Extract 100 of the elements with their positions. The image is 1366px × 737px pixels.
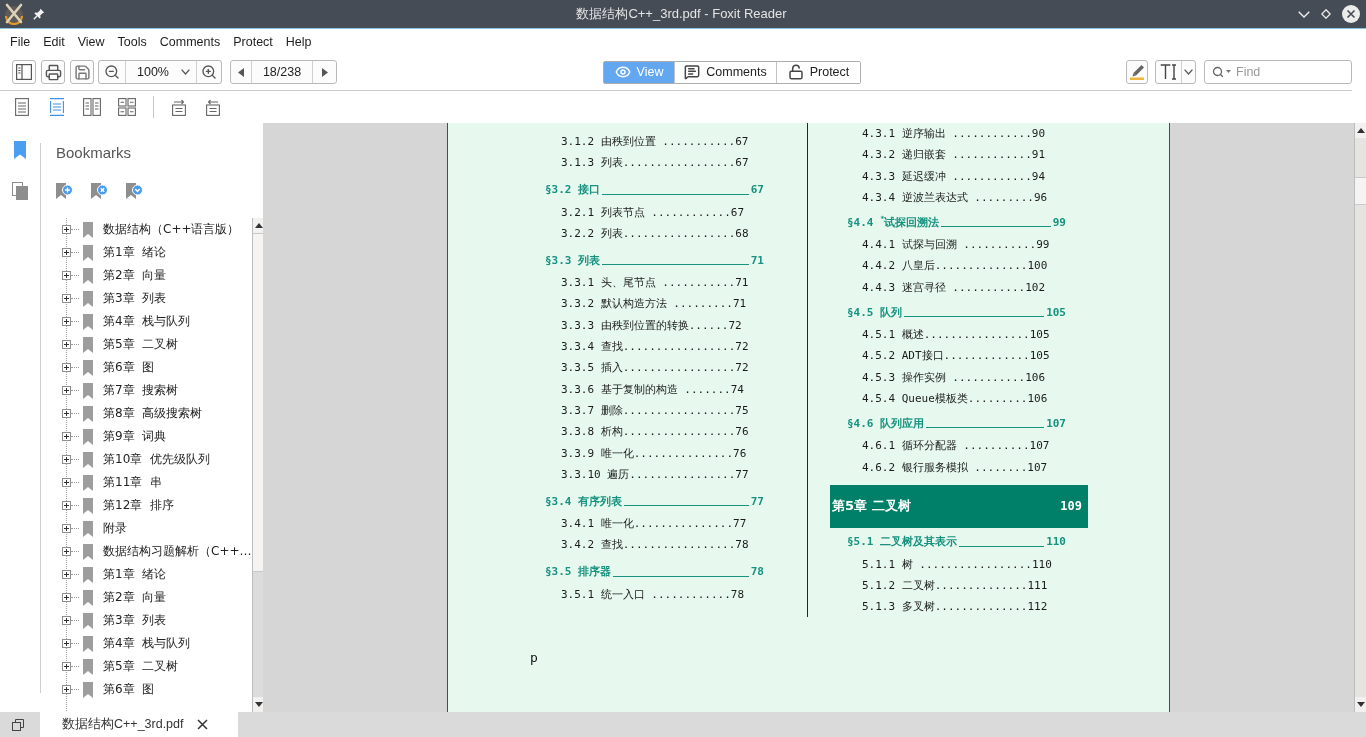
expand-icon[interactable]	[62, 685, 71, 694]
toc-entry: 4.4.1 试探与回溯 ...........99	[862, 237, 1050, 254]
bookmark-item[interactable]: 第2章 向量	[103, 589, 167, 606]
menu-item[interactable]: Protect	[233, 34, 273, 49]
chapter-title: 第5章 二叉树	[832, 497, 911, 516]
menu-item[interactable]: Comments	[159, 34, 221, 49]
expand-icon[interactable]	[62, 547, 71, 556]
section-title: §3.5 排序器	[545, 564, 612, 580]
bookmark-item[interactable]: 第4章 栈与队列	[103, 313, 191, 330]
rotate-counterclockwise-icon[interactable]	[204, 98, 222, 116]
single-page-icon[interactable]	[14, 98, 29, 116]
expand-icon[interactable]	[62, 455, 71, 464]
scrollbar[interactable]	[1354, 123, 1366, 712]
page-number-field[interactable]: 18/238	[251, 61, 313, 83]
bookmark-item[interactable]: 第9章 词典	[103, 428, 167, 445]
toc-entry: 5.1.3 多叉树..............112	[862, 599, 1048, 616]
bookmark-icon	[83, 658, 93, 675]
bookmark-item[interactable]: 第10章 优先级队列	[103, 451, 210, 468]
expand-icon[interactable]	[62, 248, 71, 257]
page-text: p	[530, 650, 538, 666]
page-number: 99	[1052, 215, 1066, 229]
highlighter-button[interactable]	[1126, 60, 1148, 84]
menu-item[interactable]: Edit	[43, 34, 65, 49]
bookmark-item[interactable]: 第3章 列表	[103, 290, 167, 307]
expand-icon[interactable]	[62, 225, 71, 234]
expand-icon[interactable]	[62, 524, 71, 533]
chevron-down-icon[interactable]	[1298, 10, 1310, 18]
expand-icon[interactable]	[62, 363, 71, 372]
toc-entry: 3.3.7 删除.................75	[561, 402, 749, 419]
bookmark-item[interactable]: 第2章 向量	[103, 267, 167, 284]
menu-item[interactable]: File	[10, 34, 31, 49]
menu-item[interactable]: View	[77, 34, 105, 49]
toc-entry: 3.1.3 列表.................67	[561, 155, 749, 172]
expand-icon[interactable]	[62, 432, 71, 441]
windows-icon[interactable]	[12, 718, 24, 731]
bookmark-item[interactable]: 第6章 图	[103, 681, 155, 698]
up-arrow-icon	[1356, 128, 1365, 133]
bookmark-item[interactable]: 第5章 二叉树	[103, 336, 179, 353]
text-select-dropdown[interactable]	[1155, 60, 1196, 84]
pin-icon[interactable]	[33, 8, 45, 20]
zoom-dropdown[interactable]: 100%	[125, 61, 197, 83]
bookmark-item[interactable]: 第6章 图	[103, 359, 155, 376]
bookmark-item[interactable]: 附录	[103, 520, 127, 537]
continuous-page-icon[interactable]	[49, 98, 64, 116]
bookmark-item[interactable]: 第1章 绪论	[103, 244, 167, 261]
bookmark-item[interactable]: 第3章 列表	[103, 612, 167, 629]
bookmark-icon[interactable]	[14, 141, 26, 159]
logo-icon	[3, 3, 25, 25]
menu-item[interactable]: Help	[285, 34, 312, 49]
section-title: §5.1 二叉树及其表示	[847, 534, 958, 550]
expand-icon[interactable]	[62, 294, 71, 303]
expand-icon[interactable]	[62, 317, 71, 326]
toc-entry: 4.3.3 延迟缓冲 ............94	[862, 168, 1046, 185]
close-icon[interactable]	[1342, 5, 1360, 23]
save-button[interactable]	[70, 60, 94, 84]
close-icon[interactable]	[197, 719, 208, 730]
bookmark-item[interactable]: 第11章 串	[103, 474, 162, 491]
bookmark-plus-icon[interactable]	[55, 182, 73, 200]
bookmark-icon	[83, 474, 93, 491]
bookmark-item[interactable]: 第4章 栈与队列	[103, 635, 191, 652]
bookmark-cross-icon[interactable]	[90, 182, 108, 200]
print-button[interactable]	[41, 60, 65, 84]
bookmark-item[interactable]: 第1章 绪论	[103, 566, 167, 583]
pages-icon[interactable]	[12, 182, 28, 200]
toc-entry: 5.1.2 二叉树..............111	[862, 578, 1048, 595]
expand-icon[interactable]	[62, 662, 71, 671]
bookmark-icon	[83, 267, 93, 284]
sidebar-toggle-button[interactable]	[12, 60, 36, 84]
expand-icon[interactable]	[62, 340, 71, 349]
expand-icon[interactable]	[62, 639, 71, 648]
bookmark-item[interactable]: 数据结构（C++语言版）	[103, 221, 240, 238]
expand-icon[interactable]	[62, 593, 71, 602]
bookmark-icon	[83, 313, 93, 330]
find-field[interactable]: Find	[1204, 60, 1352, 84]
expand-icon[interactable]	[62, 478, 71, 487]
bookmark-item[interactable]: 第7章 搜索树	[103, 382, 179, 399]
toc-entry: 4.5.2 ADT接口.............105	[862, 348, 1050, 365]
expand-icon[interactable]	[62, 409, 71, 418]
expand-icon[interactable]	[62, 386, 71, 395]
bookmark-item[interactable]: 第5章 二叉树	[103, 658, 179, 675]
bookmark-item[interactable]: 第12章 排序	[103, 497, 174, 514]
document-tab[interactable]: 数据结构C++_3rd.pdf	[40, 712, 238, 737]
four-page-grid-icon[interactable]	[117, 98, 136, 116]
expand-icon[interactable]	[62, 271, 71, 280]
expand-icon[interactable]	[62, 616, 71, 625]
toc-entry: 3.2.1 列表节点 ............67	[561, 204, 745, 221]
bookmark-chevron-icon[interactable]	[125, 182, 143, 200]
menu-item[interactable]: Tools	[117, 34, 147, 49]
page-number: 71	[750, 253, 764, 267]
up-arrow-icon	[255, 223, 263, 228]
panel-icon	[16, 64, 32, 80]
two-page-icon[interactable]	[82, 98, 101, 116]
rotate-clockwise-icon[interactable]	[170, 98, 188, 116]
bookmark-item[interactable]: 第8章 高级搜索树	[103, 405, 203, 422]
scrollbar-thumb[interactable]	[1355, 177, 1366, 205]
page-number: 78	[750, 565, 764, 579]
diamond-icon[interactable]	[1321, 9, 1331, 19]
expand-icon[interactable]	[62, 570, 71, 579]
bookmark-item[interactable]: 数据结构习题解析（C++…	[103, 543, 252, 560]
expand-icon[interactable]	[62, 501, 71, 510]
